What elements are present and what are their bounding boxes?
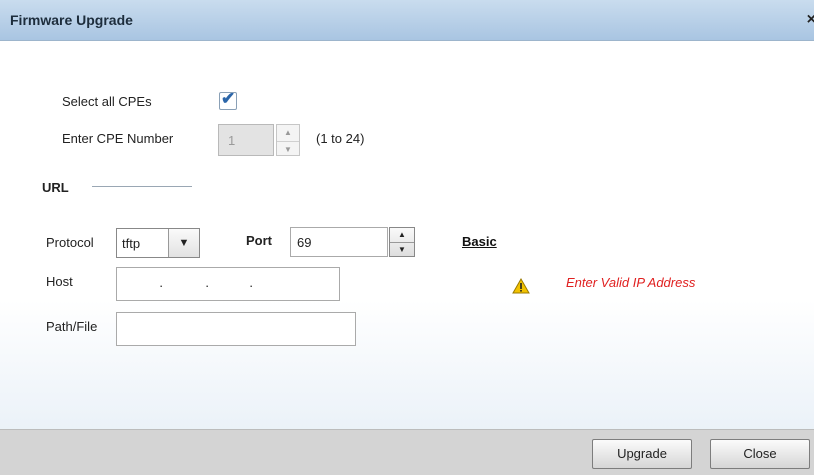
path-file-label: Path/File xyxy=(46,319,98,334)
port-label: Port xyxy=(246,233,272,248)
cpe-number-input[interactable]: 1 xyxy=(218,124,274,156)
ip-error-message: Enter Valid IP Address xyxy=(566,275,696,290)
spin-down-icon[interactable]: ▼ xyxy=(390,242,414,257)
cpe-number-value: 1 xyxy=(228,133,236,148)
port-stepper[interactable]: ▲ ▼ xyxy=(389,227,415,257)
cpe-number-range: (1 to 24) xyxy=(316,131,365,146)
url-section-label: URL xyxy=(42,180,69,195)
check-icon: ✔ xyxy=(221,89,236,108)
cpe-number-label: Enter CPE Number xyxy=(62,131,174,146)
spin-up-icon[interactable]: ▲ xyxy=(390,228,414,242)
protocol-select[interactable]: tftp ▼ xyxy=(116,228,200,258)
dialog-title: Firmware Upgrade xyxy=(10,12,133,28)
chevron-down-icon[interactable]: ▼ xyxy=(168,229,199,257)
spin-down-icon[interactable]: ▼ xyxy=(277,141,299,157)
basic-link[interactable]: Basic xyxy=(462,234,497,249)
port-input[interactable]: 69 xyxy=(290,227,388,257)
ip-separator: · xyxy=(159,278,164,293)
warning-icon xyxy=(512,278,530,294)
spin-up-icon[interactable]: ▲ xyxy=(277,125,299,140)
upgrade-button[interactable]: Upgrade xyxy=(592,439,692,469)
host-label: Host xyxy=(46,274,73,289)
protocol-label: Protocol xyxy=(46,235,94,250)
ip-separator: · xyxy=(205,278,210,293)
url-section-divider xyxy=(92,186,192,187)
port-value: 69 xyxy=(297,235,312,250)
protocol-value: tftp xyxy=(122,236,141,251)
select-all-cpes-label: Select all CPEs xyxy=(62,94,152,109)
select-all-cpes-checkbox[interactable]: ✔ xyxy=(219,89,237,110)
close-icon[interactable]: × xyxy=(807,11,814,29)
ip-separator: · xyxy=(249,278,254,293)
cpe-number-stepper[interactable]: ▲ ▼ xyxy=(276,124,300,156)
host-ip-input[interactable]: · · · xyxy=(116,267,340,301)
firmware-upgrade-dialog: Firmware Upgrade × Select all CPEs ✔ Ent… xyxy=(0,0,814,475)
path-file-input[interactable] xyxy=(116,312,356,346)
dialog-titlebar: Firmware Upgrade × xyxy=(0,0,814,41)
close-button[interactable]: Close xyxy=(710,439,810,469)
